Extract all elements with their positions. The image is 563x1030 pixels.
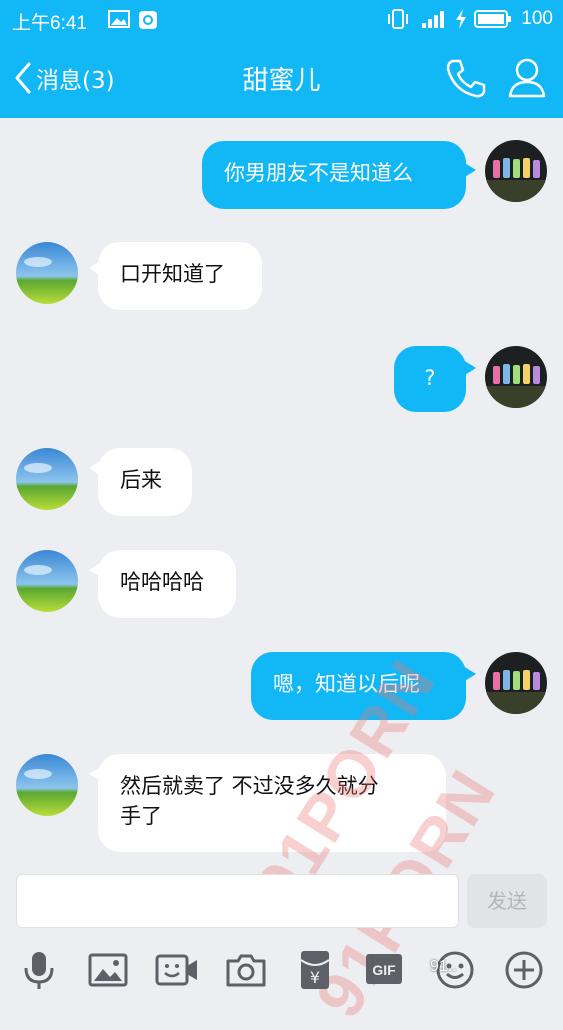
avatar-image (485, 652, 547, 714)
my-avatar[interactable] (485, 346, 547, 408)
call-button[interactable] (444, 56, 488, 100)
my-avatar[interactable] (485, 652, 547, 714)
bubble-tail (460, 664, 476, 684)
avatar-image (16, 242, 78, 304)
photo-button[interactable] (86, 948, 130, 992)
battery-icon (474, 10, 511, 28)
red-packet-button[interactable]: ¥ (293, 948, 337, 992)
send-button[interactable]: 发送 (467, 874, 547, 928)
microphone-icon (24, 952, 54, 989)
contact-avatar[interactable] (16, 242, 78, 304)
chat-header: 消息(3) 甜蜜儿 (0, 38, 563, 118)
message-input[interactable] (16, 874, 459, 928)
voice-button[interactable] (17, 948, 61, 992)
input-toolbar: ¥ GIF (0, 942, 563, 1000)
contact-avatar[interactable] (16, 754, 78, 816)
red-packet-icon: ¥ (300, 951, 330, 989)
contact-avatar[interactable] (16, 448, 78, 510)
gallery-notification-icon (108, 10, 130, 28)
message-list[interactable]: 你男朋友不是知道么 口开知道了 ? 后来 哈哈哈哈 嗯，知道以后呢 然后就卖了 … (0, 118, 563, 858)
my-avatar[interactable] (485, 140, 547, 202)
gif-label: GIF (372, 962, 396, 978)
avatar-image (485, 140, 547, 202)
gif-icon: GIF (366, 954, 402, 984)
phone-icon (446, 59, 486, 98)
camera-icon (226, 954, 266, 987)
profile-button[interactable] (506, 56, 550, 100)
plus-icon (505, 951, 543, 989)
watermark-site: 91.. (430, 958, 457, 975)
bubble-tail (460, 358, 476, 378)
status-time: 上午6:41 (12, 13, 87, 34)
message-bubble[interactable]: 口开知道了 (98, 242, 262, 310)
status-bar: 上午6:41 100 (0, 0, 563, 38)
image-icon (88, 953, 128, 987)
message-bubble[interactable]: 哈哈哈哈 (98, 550, 236, 618)
avatar-image (16, 448, 78, 510)
contact-avatar[interactable] (16, 550, 78, 612)
message-bubble[interactable]: 你男朋友不是知道么 (202, 141, 466, 209)
more-button[interactable] (502, 948, 546, 992)
avatar-image (485, 346, 547, 408)
app-notification-icon (139, 11, 157, 29)
message-bubble[interactable]: ? (394, 346, 466, 412)
person-icon (508, 58, 546, 98)
video-call-icon (155, 954, 197, 986)
camera-button[interactable] (224, 948, 268, 992)
bubble-tail (460, 160, 476, 180)
charging-icon (456, 9, 466, 29)
input-area: 发送 (0, 862, 563, 942)
video-call-button[interactable] (155, 948, 199, 992)
battery-level: 100 (521, 8, 553, 29)
avatar-image (16, 550, 78, 612)
avatar-image (16, 754, 78, 816)
gif-button[interactable]: GIF (362, 948, 406, 992)
signal-icon (422, 11, 444, 28)
yen-label: ¥ (310, 968, 320, 987)
vibrate-icon (388, 9, 408, 29)
message-bubble[interactable]: 后来 (98, 448, 192, 516)
